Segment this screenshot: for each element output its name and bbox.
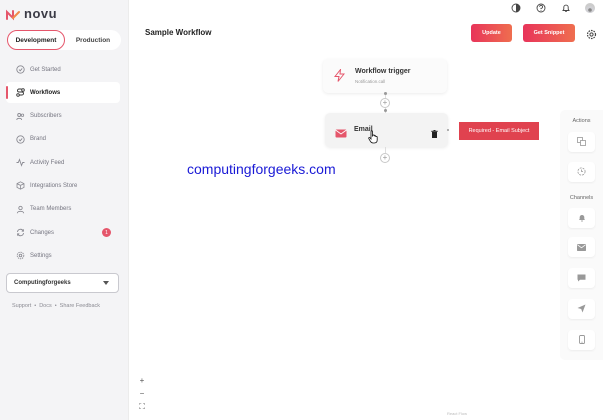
sidebar-item-label: Subscribers xyxy=(30,113,62,120)
in-app-channel-button[interactable] xyxy=(568,208,595,228)
users-icon xyxy=(15,111,25,121)
sidebar-item-team-members[interactable]: Team Members xyxy=(6,199,120,220)
timer-icon xyxy=(577,163,586,181)
sidebar-item-label: Workflows xyxy=(30,89,61,96)
page-title: Sample Workflow xyxy=(145,28,212,37)
step-palette-panel: Actions Channels xyxy=(560,110,603,360)
email-side-handle[interactable] xyxy=(447,129,449,131)
logo[interactable]: novu xyxy=(6,6,57,21)
brand-check-icon xyxy=(15,134,25,144)
sidebar-item-settings[interactable]: Settings xyxy=(6,245,120,266)
sync-icon xyxy=(15,228,25,238)
mobile-phone-icon xyxy=(578,331,585,349)
organization-name: Computingforgeeks xyxy=(14,280,71,286)
team-icon xyxy=(15,204,25,214)
help-icon[interactable] xyxy=(535,2,546,13)
lightning-icon xyxy=(333,67,346,87)
theme-toggle-icon[interactable] xyxy=(510,2,521,13)
trigger-title: Workflow trigger xyxy=(355,68,411,75)
sidebar-item-get-started[interactable]: Get Started xyxy=(6,59,120,80)
add-step-button[interactable]: + xyxy=(380,153,390,163)
sidebar-item-label: Brand xyxy=(30,136,47,143)
user-avatar[interactable] xyxy=(585,2,595,13)
validation-error-tooltip: Required - Email Subject xyxy=(459,122,539,140)
workflow-trigger-node[interactable]: Workflow trigger Notification.call xyxy=(323,59,447,93)
footer-links: Support • Docs • Share Feedback xyxy=(12,303,100,309)
sidebar-item-label: Get Started xyxy=(30,66,61,73)
bell-icon[interactable] xyxy=(560,2,571,13)
env-development-button[interactable]: Development xyxy=(7,30,65,50)
gear-icon xyxy=(15,251,25,261)
support-link[interactable]: Support xyxy=(12,303,31,309)
channels-label: Channels xyxy=(569,195,594,201)
logo-text: novu xyxy=(24,6,58,21)
envelope-icon xyxy=(577,238,586,256)
organization-select[interactable]: Computingforgeeks xyxy=(6,273,119,293)
sidebar-item-label: Team Members xyxy=(30,206,72,213)
push-channel-button[interactable] xyxy=(568,299,595,319)
digest-icon xyxy=(577,133,586,151)
envelope-icon xyxy=(335,125,347,143)
zoom-controls: + − ⛶ xyxy=(138,376,146,411)
trash-icon[interactable] xyxy=(431,125,438,143)
hand-pointer-icon xyxy=(368,130,379,149)
bell-icon xyxy=(578,209,586,227)
send-icon xyxy=(577,300,586,318)
footer-separator: • xyxy=(54,303,57,309)
email-input-handle[interactable] xyxy=(384,109,387,112)
chevron-down-icon xyxy=(103,281,109,285)
checklist-icon xyxy=(15,65,25,75)
delay-action-button[interactable] xyxy=(568,162,595,182)
changes-count-badge: 1 xyxy=(102,228,111,238)
zoom-out-button[interactable]: − xyxy=(138,389,146,398)
actions-label: Actions xyxy=(572,118,591,124)
route-icon xyxy=(15,88,25,98)
sidebar: novu Development Production Get Started … xyxy=(0,0,129,420)
docs-link[interactable]: Docs xyxy=(39,303,52,309)
watermark-text: computingforgeeks.com xyxy=(187,161,336,177)
novu-logo-icon xyxy=(6,8,20,20)
add-step-button[interactable]: + xyxy=(380,98,390,108)
environment-toggle: Development Production xyxy=(7,30,121,50)
sidebar-item-workflows[interactable]: Workflows xyxy=(6,82,120,104)
top-toolbar xyxy=(510,2,595,13)
sidebar-item-activity-feed[interactable]: Activity Feed xyxy=(6,152,120,173)
activity-icon xyxy=(15,158,25,168)
sidebar-item-brand[interactable]: Brand xyxy=(6,129,120,150)
sidebar-item-changes[interactable]: Changes 1 xyxy=(6,222,120,243)
email-channel-button[interactable] xyxy=(568,237,595,257)
zoom-in-button[interactable]: + xyxy=(138,376,146,385)
sidebar-item-integrations-store[interactable]: Integrations Store xyxy=(6,175,120,196)
sidebar-item-label: Changes xyxy=(30,229,55,236)
sms-channel-button[interactable] xyxy=(568,330,595,350)
share-feedback-link[interactable]: Share Feedback xyxy=(60,303,100,309)
env-production-button[interactable]: Production xyxy=(65,30,121,50)
update-button[interactable]: Update xyxy=(471,24,512,42)
sidebar-item-label: Settings xyxy=(30,252,52,259)
react-flow-attribution[interactable]: React Flow xyxy=(447,411,467,416)
get-snippet-button[interactable]: Get Snippet xyxy=(523,24,575,42)
fit-view-button[interactable]: ⛶ xyxy=(138,402,146,411)
sidebar-item-label: Integrations Store xyxy=(30,182,78,189)
sidebar-nav: Get Started Workflows Subscribers Brand … xyxy=(6,59,120,269)
workflow-canvas[interactable] xyxy=(130,44,603,420)
digest-action-button[interactable] xyxy=(568,132,595,152)
sidebar-item-subscribers[interactable]: Subscribers xyxy=(6,106,120,127)
box-icon xyxy=(15,181,25,191)
email-step-node[interactable]: Email xyxy=(325,113,448,147)
sidebar-item-label: Activity Feed xyxy=(30,159,65,166)
workflow-settings-gear-icon[interactable] xyxy=(586,27,597,40)
chat-channel-button[interactable] xyxy=(568,268,595,288)
footer-separator: • xyxy=(34,303,37,309)
chat-bubble-icon xyxy=(577,269,586,287)
trigger-subtitle: Notification.call xyxy=(355,79,386,84)
